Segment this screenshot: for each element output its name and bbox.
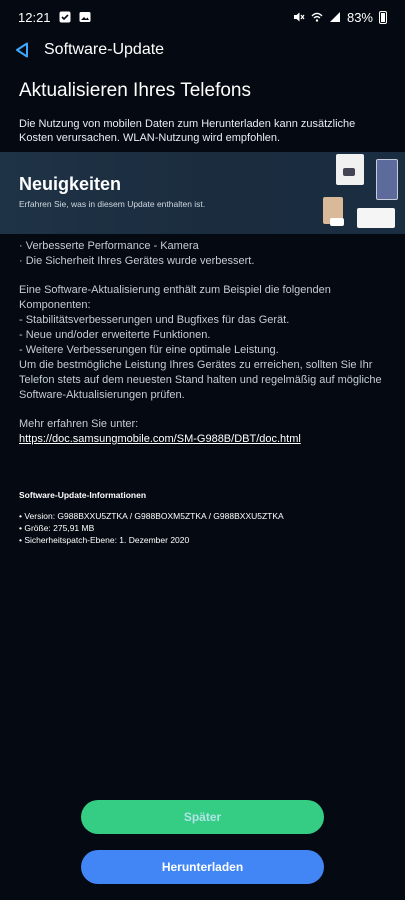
documentation-link[interactable]: https://doc.samsungmobile.com/SM-G988B/D…: [19, 433, 301, 445]
news-title: Neuigkeiten: [19, 174, 122, 194]
image-notification-icon: [79, 11, 91, 23]
mute-icon: [293, 11, 305, 23]
more-info-label: Mehr erfahren Sie unter:: [19, 418, 139, 430]
battery-icon: [379, 10, 387, 24]
status-bar: 12:21 83%: [0, 0, 405, 34]
banner-thumbnail-phone: [376, 159, 398, 200]
changelog: · Verbesserte Performance - Kamera · Die…: [19, 239, 389, 447]
changelog-highlight: · Die Sicherheit Ihres Gerätes wurde ver…: [19, 255, 255, 267]
security-patch-info: • Sicherheitspatch-Ebene: 1. Dezember 20…: [19, 535, 190, 545]
changelog-line: Eine Software-Aktualisierung enthält zum…: [19, 284, 331, 296]
changelog-line: - Weitere Verbesserungen für eine optima…: [19, 344, 279, 356]
changelog-highlight: · Verbesserte Performance - Kamera: [19, 240, 199, 252]
changelog-line: Telefon stets auf dem neuesten Stand hal…: [19, 374, 382, 386]
banner-thumbnail-caption: [330, 218, 344, 226]
changelog-line: Komponenten:: [19, 299, 91, 311]
size-info: • Größe: 275,91 MB: [19, 523, 95, 533]
later-button[interactable]: Später: [81, 800, 324, 834]
check-notification-icon: [59, 11, 71, 23]
banner-thumbnail-detail: [343, 168, 355, 176]
download-button[interactable]: Herunterladen: [81, 850, 324, 884]
wifi-icon: [311, 11, 323, 23]
changelog-line: Um die bestmögliche Leistung Ihres Gerät…: [19, 359, 373, 371]
status-right: 83%: [293, 10, 387, 25]
back-button[interactable]: [0, 34, 44, 66]
changelog-line: - Stabilitätsverbesserungen und Bugfixes…: [19, 314, 290, 326]
banner-thumbnail-pen: [357, 208, 395, 228]
header-title: Software-Update: [44, 41, 165, 58]
app-header: Software-Update: [0, 34, 405, 66]
changelog-line: Software-Aktualisierungen prüfen.: [19, 389, 185, 401]
data-notice: Die Nutzung von mobilen Daten zum Herunt…: [19, 118, 356, 144]
update-info-title: Software-Update-Informationen: [19, 490, 147, 500]
page-title: Aktualisieren Ihres Telefons: [19, 80, 251, 101]
version-info: • Version: G988BXXU5ZTKA / G988BOXM5ZTKA…: [19, 511, 284, 521]
battery-percent: 83%: [346, 9, 373, 25]
changelog-line: - Neue und/oder erweiterte Funktionen.: [19, 329, 211, 341]
back-arrow-icon: [16, 42, 28, 58]
news-subtitle: Erfahren Sie, was in diesem Update entha…: [19, 199, 206, 209]
status-time: 12:21: [18, 9, 51, 25]
update-info-list: • Version: G988BXXU5ZTKA / G988BOXM5ZTKA…: [19, 510, 389, 546]
signal-icon: [329, 11, 341, 23]
status-left: 12:21: [18, 10, 91, 25]
